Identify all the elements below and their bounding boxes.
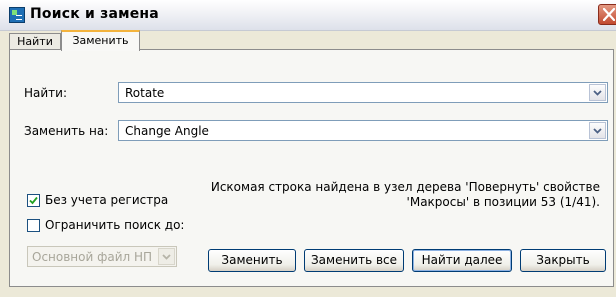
find-replace-dialog: Поиск и замена Найти Заменить Найти: Rot…	[0, 0, 616, 297]
search-status-message: Искомая строка найдена в узел дерева 'По…	[210, 180, 600, 210]
replace-button[interactable]: Заменить	[208, 249, 296, 272]
limit-search-label: Ограничить поиск до:	[45, 218, 185, 232]
search-scope-select: Основной файл НП	[27, 246, 177, 267]
replace-input[interactable]: Change Angle	[125, 124, 209, 138]
replace-dropdown-button[interactable]	[589, 122, 606, 139]
close-window-button[interactable]	[598, 4, 616, 25]
find-input[interactable]: Rotate	[125, 86, 164, 100]
search-scope-dropdown-button	[158, 248, 175, 265]
window-title: Поиск и замена	[30, 6, 159, 22]
checkmark-icon	[29, 196, 38, 205]
ignore-case-label: Без учета регистра	[45, 193, 169, 207]
tab-find[interactable]: Найти	[9, 33, 61, 50]
find-combobox[interactable]: Rotate	[118, 82, 608, 103]
tab-panel-replace: Найти: Rotate Заменить на: Change Angle	[9, 49, 614, 287]
status-line-1: Искомая строка найдена в узел дерева 'По…	[210, 180, 600, 194]
replace-combobox[interactable]: Change Angle	[118, 120, 608, 141]
find-label: Найти:	[24, 86, 68, 100]
find-dropdown-button[interactable]	[589, 84, 606, 101]
chevron-down-icon	[593, 90, 602, 96]
chevron-down-icon	[593, 128, 602, 134]
find-next-button[interactable]: Найти далее	[412, 249, 512, 272]
search-scope-value: Основной файл НП	[32, 250, 153, 264]
limit-search-checkbox[interactable]	[27, 219, 40, 232]
title-bar[interactable]: Поиск и замена	[0, 0, 616, 31]
ignore-case-checkbox[interactable]	[27, 194, 40, 207]
close-button[interactable]: Закрыть	[520, 249, 606, 272]
replace-label: Заменить на:	[24, 124, 109, 138]
close-icon	[603, 8, 615, 21]
app-icon	[9, 7, 25, 23]
tab-replace[interactable]: Заменить	[61, 30, 140, 51]
chevron-down-icon	[162, 254, 171, 260]
replace-all-button[interactable]: Заменить все	[304, 249, 404, 272]
status-line-2: 'Макросы' в позиции 53 (1/41).	[406, 195, 600, 209]
